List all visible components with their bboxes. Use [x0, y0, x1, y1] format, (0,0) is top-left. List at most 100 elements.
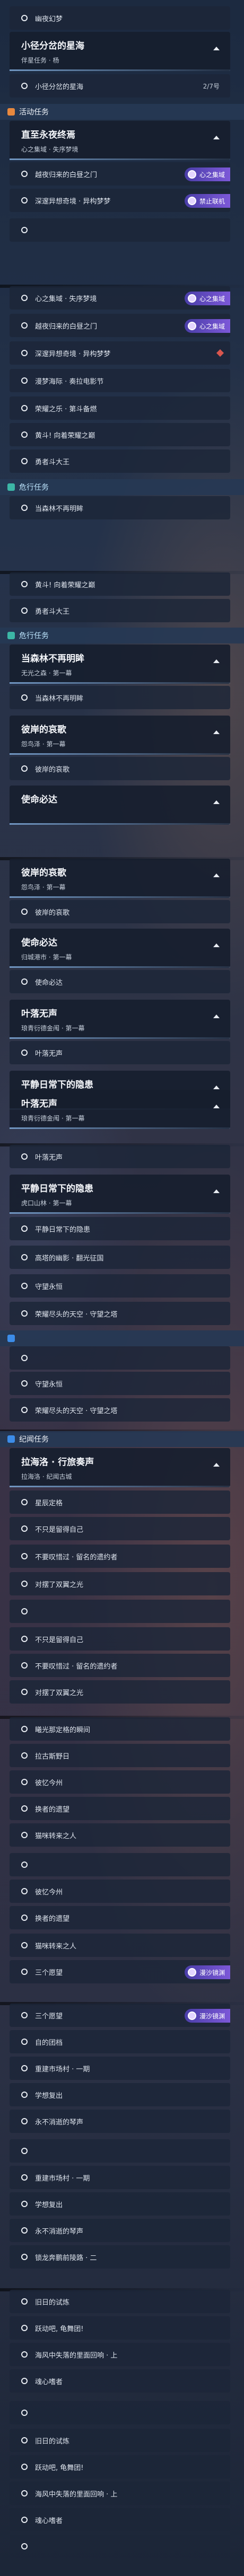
quest-entry[interactable]: 自的团档	[10, 2030, 230, 2053]
quest-entry[interactable]: 跃动吧, 龟舞团!	[10, 2316, 230, 2340]
quest-chapter-header[interactable]: 拉海洛 · 行旅奏声 拉海洛 · 纪闻古城	[10, 1448, 230, 1487]
quest-entry[interactable]: 对摆了双翼之光	[10, 1680, 230, 1704]
collapse-caret-icon[interactable]	[213, 1463, 220, 1467]
quest-chapter-header[interactable]: 使命必达	[10, 786, 230, 825]
quest-entry[interactable]: 深邃异想奇境 · 异构梦梦	[10, 341, 230, 365]
quest-entry[interactable]: 守望永恒	[10, 1372, 230, 1395]
quest-entry[interactable]: 漫梦海际 · 奏拉电影节	[10, 369, 230, 392]
quest-status-icon	[21, 2351, 28, 2358]
quest-entry[interactable]: 荣耀之乐 · 第斗备燃	[10, 396, 230, 420]
quest-entry[interactable]: 叶落无声	[10, 1041, 230, 1064]
quest-chapter-header[interactable]: 当森林不再明眸 无光之森 · 第一幕	[10, 645, 230, 684]
quest-entry[interactable]: 永不消逝的琴声	[10, 2219, 230, 2242]
quest-category-header[interactable]: 纪闻任务	[0, 1431, 244, 1447]
quest-entry[interactable]: 学想复出	[10, 2083, 230, 2106]
quest-entry[interactable]: 重建市场村 · 一期	[10, 2166, 230, 2189]
quest-entry[interactable]: 小径分岔的星海 2/7号	[10, 74, 230, 98]
quest-entry[interactable]: 魂心嗜者	[10, 2369, 230, 2393]
quest-entry[interactable]	[10, 1346, 230, 1370]
quest-chapter-header[interactable]: 彼岸的哀歌 怨鸟泽 · 第一幕	[10, 859, 230, 898]
quest-entry[interactable]: 使命必达	[10, 970, 230, 993]
quest-entry[interactable]: 不要叹惜过 · 留名的遗约者	[10, 1654, 230, 1677]
quest-entry[interactable]: 彼忆今州	[10, 1880, 230, 1903]
quest-entry[interactable]	[10, 2535, 230, 2558]
quest-entry[interactable]: 三个愿望 漫沙镜渊	[10, 1960, 230, 1983]
quest-entry[interactable]	[10, 1600, 230, 1623]
quest-entry[interactable]: 不只是留得自己	[10, 1627, 230, 1651]
quest-entry[interactable]: 锁龙奔鹏前陵路 · 二	[10, 2245, 230, 2269]
quest-chapter-header[interactable]: 平静日常下的隐患 虎口山林 · 第一幕	[10, 1175, 230, 1214]
collapse-caret-icon[interactable]	[213, 1189, 220, 1193]
quest-entry[interactable]: 学想复出	[10, 2192, 230, 2216]
quest-category-header[interactable]: 危行任务	[0, 479, 244, 495]
quest-entry[interactable]: 魂心嗜者	[10, 2508, 230, 2531]
quest-status-icon	[21, 1752, 28, 1759]
quest-entry[interactable]: 当森林不再明眸	[10, 686, 230, 709]
quest-entry[interactable]: 幽夜幻梦	[10, 6, 230, 30]
quest-entry[interactable]	[10, 2401, 230, 2424]
quest-chapter-header[interactable]: 彼岸的哀歌 怨鸟泽 · 第一幕	[10, 716, 230, 755]
quest-entry[interactable]: 黄斗! 向着荣耀之巅	[10, 572, 230, 596]
quest-category-header[interactable]: 危行任务	[0, 628, 244, 643]
quest-chapter-header[interactable]: 叶落无声 琅青衍德金闱 · 第一幕	[10, 1090, 230, 1129]
collapse-caret-icon[interactable]	[213, 47, 220, 50]
quest-entry[interactable]: 不要叹惜过 · 留名的遗约者	[10, 1545, 230, 1568]
quest-entry[interactable]: 深邃异想奇境 · 异构梦梦 禁止联机	[10, 189, 230, 212]
quest-entry[interactable]	[10, 218, 230, 242]
quest-entry[interactable]: 平静日常下的隐患	[10, 1217, 230, 1240]
quest-entry[interactable]: 旧日的试炼	[10, 2290, 230, 2313]
quest-entry[interactable]: 彼岸的哀歌	[10, 757, 230, 780]
collapse-caret-icon[interactable]	[213, 136, 220, 139]
quest-entry[interactable]: 勇者斗大王	[10, 599, 230, 622]
quest-entry[interactable]: 重建市场村 · 一期	[10, 2057, 230, 2080]
quest-entry[interactable]: 高塔的幽影 · 翻光征国	[10, 1246, 230, 1269]
quest-entry[interactable]: 彼岸的哀歌	[10, 900, 230, 923]
collapse-caret-icon[interactable]	[213, 730, 220, 734]
quest-entry[interactable]	[10, 1853, 230, 1876]
quest-entry[interactable]: 叶落无声	[10, 1145, 230, 1168]
quest-entry[interactable]: 永不消逝的琴声	[10, 2110, 230, 2133]
quest-entry[interactable]: 拉古斯野日	[10, 1744, 230, 1767]
quest-entry[interactable]: 换者的遗望	[10, 1906, 230, 1929]
quest-chapter-header[interactable]: 使命必达 归城港市 · 第一幕	[10, 929, 230, 968]
quest-category-header[interactable]	[0, 1330, 244, 1346]
collapse-caret-icon[interactable]	[213, 1014, 220, 1018]
quest-entry[interactable]: 荣耀尽头的天空 · 守望之塔	[10, 1398, 230, 1422]
collapse-caret-icon[interactable]	[213, 874, 220, 877]
quest-entry[interactable]: 心之集域 · 失序梦境 心之集域	[10, 286, 230, 310]
quest-entry[interactable]: 勇者斗大王	[10, 449, 230, 473]
quest-entry[interactable]: 曦光那定格的瞬间	[10, 1717, 230, 1741]
quest-entry[interactable]: 旧日的试炼	[10, 2429, 230, 2452]
quest-entry[interactable]: 当森林不再明眸	[10, 496, 230, 519]
quest-chapter-header[interactable]: 小径分岔的星海 伴星任务 · 杨	[10, 32, 230, 71]
quest-entry-label: 黄斗! 向着荣耀之巅	[35, 431, 95, 440]
quest-entry[interactable]	[10, 2139, 230, 2163]
chapter-title: 叶落无声	[21, 1099, 57, 1109]
collapse-caret-icon[interactable]	[213, 800, 220, 804]
collapse-caret-icon[interactable]	[213, 943, 220, 947]
collapse-caret-icon[interactable]	[213, 1105, 220, 1108]
quest-entry[interactable]: 越夜归来的白昼之门 心之集域	[10, 314, 230, 337]
quest-entry-label: 对摆了双翼之光	[35, 1581, 84, 1589]
quest-entry[interactable]: 彼忆今州	[10, 1770, 230, 1794]
quest-entry[interactable]: 跃动吧, 龟舞团!	[10, 2455, 230, 2478]
quest-entry[interactable]: 星辰定格	[10, 1490, 230, 1514]
quest-entry[interactable]: 对摆了双翼之光	[10, 1572, 230, 1595]
quest-entry[interactable]: 荣耀尽头的天空 · 守望之塔	[10, 1302, 230, 1325]
quest-entry-label: 深邃异想奇境 · 异构梦梦	[35, 350, 111, 358]
quest-entry[interactable]: 换者的遗望	[10, 1797, 230, 1820]
quest-entry[interactable]: 越夜归来的白昼之门 心之集域	[10, 162, 230, 186]
quest-entry[interactable]: 不只是留得自己	[10, 1517, 230, 1540]
collapse-caret-icon[interactable]	[213, 659, 220, 663]
collapse-caret-icon[interactable]	[213, 1086, 220, 1089]
quest-entry[interactable]: 黄斗! 向着荣耀之巅	[10, 423, 230, 446]
quest-entry[interactable]: 守望永恒	[10, 1274, 230, 1298]
quest-entry[interactable]: 海风中失落的里面回响 · 上	[10, 2482, 230, 2505]
quest-chapter-header[interactable]: 直至永夜终焉 心之集域 · 失序梦境	[10, 121, 230, 160]
quest-category-header[interactable]: 活动任务	[0, 104, 244, 120]
quest-chapter-header[interactable]: 叶落无声 琅青衍德金闱 · 第一幕	[10, 1000, 230, 1039]
quest-entry[interactable]: 三个愿望 漫沙镜渊	[10, 2004, 230, 2027]
quest-entry[interactable]: 海风中失落的里面回响 · 上	[10, 2343, 230, 2366]
quest-entry[interactable]: 猫咪转来之人	[10, 1934, 230, 1957]
quest-entry[interactable]: 猫咪转来之人	[10, 1823, 230, 1847]
